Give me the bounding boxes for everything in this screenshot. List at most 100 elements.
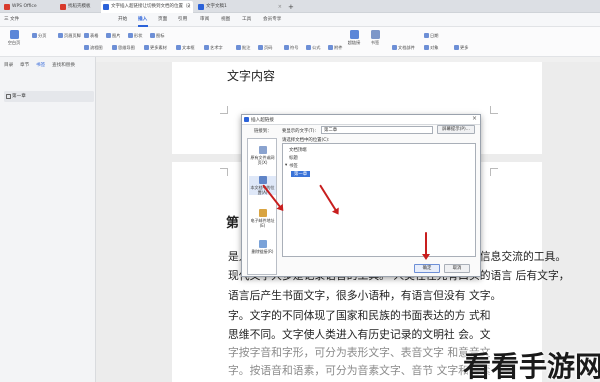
page-break-button[interactable]: 分页 [32,33,46,39]
menu-member[interactable]: 会员专享 [263,16,281,22]
new-tab-button[interactable]: + [286,1,296,13]
screen-tip-button[interactable]: 屏幕提示(P)... [437,125,475,134]
object-button[interactable]: 对象 [424,45,438,51]
shape-icon [128,33,133,38]
wps-writer-icon [244,117,249,122]
menu-insert[interactable]: 插入 [138,16,147,22]
body-text-line[interactable]: 字。文字的不同体现了国家和民族的书面表达的方 式和 [228,307,491,323]
tab-wps-office[interactable]: WPS Office [2,1,56,13]
tab-chapters[interactable]: 章节 [20,62,29,68]
annotation-arrow [422,232,430,260]
writer-doc-icon [198,4,204,10]
attachment-icon [328,45,333,50]
tab-current-document[interactable]: 文字插入超链接让切换到文档的位置（2 × [101,1,193,13]
comment-icon [236,45,241,50]
icon-button[interactable]: 图标 [150,33,164,39]
comment-button[interactable]: 批注 [236,45,250,51]
tab-find-replace[interactable]: 查找和替换 [52,62,75,68]
table-icon [84,33,89,38]
tab-templates[interactable]: 找稻壳模板 [58,1,100,13]
remove-link[interactable]: 删除链接(R) [249,240,276,254]
more-icon [454,45,459,50]
mindmap-icon [112,45,117,50]
link-to-list: 原有文件或网页(X) 本文档中的位置(A) 电子邮件地址(E) 删除链接(R) [247,138,277,275]
flowchart-icon [84,45,89,50]
navigation-panel: 目录 章节 书签 查找和替换 第一章 [0,57,96,382]
shape-button[interactable]: 形状 [128,33,142,39]
more-assets-button[interactable]: 更多素材 [144,45,167,51]
menu-view[interactable]: 视图 [221,16,230,22]
close-icon[interactable]: × [187,1,191,13]
link-to-label: 链接到： [254,129,272,134]
body-text-line[interactable]: 思维不同。文字使人类进入有历史记录的文明社 会。文 [228,326,491,342]
bookmark-item-icon [6,94,11,99]
body-text-line[interactable]: 语言后产生书面文字，很多小语种，有语言但没有 文字。 [228,287,501,303]
tree-doc-top[interactable]: 文档顶端 [289,147,307,153]
document-place-tree[interactable]: 文档顶端 标题 ▾ 书签 第一章 [282,143,476,257]
close-icon[interactable]: × [472,115,477,122]
menu-page[interactable]: 页面 [158,16,167,22]
bookmark-button[interactable]: 书签 [368,30,382,46]
blank-page-button[interactable]: 空白页 [6,30,22,46]
cancel-button[interactable]: 取消 [444,264,470,273]
page-number-button[interactable]: 页码 [258,45,272,51]
date-icon [424,33,429,38]
mindmap-button[interactable]: 思维导图 [112,45,135,51]
title-tabbar: WPS Office 找稻壳模板 文字插入超链接让切换到文档的位置（2 × 文字… [0,0,600,13]
icons-icon [150,33,155,38]
tab-document-2[interactable]: 文字文稿1 × [196,1,284,13]
header-footer-button[interactable]: 页眉页脚 [58,33,81,39]
menu-home[interactable]: 开始 [118,16,127,22]
site-watermark: 看看手游网 [463,350,600,382]
wordart-button[interactable]: 艺术字 [204,45,223,51]
date-button[interactable]: 日期 [424,33,438,39]
tab-toc[interactable]: 目录 [4,62,13,68]
bookmark-item[interactable]: 第一章 [4,91,94,102]
margin-corner-mark [220,106,228,114]
picture-button[interactable]: 图片 [106,33,120,39]
email-icon [258,209,267,217]
tree-headings[interactable]: 标题 [289,155,298,161]
hyperlink-button[interactable]: 超链接 [346,30,362,46]
formula-icon [306,45,311,50]
table-button[interactable]: 表格 [84,33,98,39]
tree-bookmark-selected[interactable]: 第一章 [291,171,311,177]
ok-button[interactable]: 确定 [414,264,440,273]
menu-references[interactable]: 引用 [178,16,187,22]
menu-tools[interactable]: 工具 [242,16,251,22]
menu-review[interactable]: 审阅 [200,16,209,22]
attachment-button[interactable]: 附件 [328,45,342,51]
margin-corner-mark [220,168,228,176]
close-icon[interactable]: × [278,1,282,13]
tree-expand-icon[interactable]: ▾ [285,163,287,168]
link-to-existing-file[interactable]: 原有文件或网页(X) [249,146,276,165]
margin-corner-mark [490,106,498,114]
more-button[interactable]: 更多 [454,45,468,51]
picture-icon [106,33,111,38]
object-icon [424,45,429,50]
formula-button[interactable]: 公式 [306,45,320,51]
flowchart-button[interactable]: 流程图 [84,45,103,51]
body-text-line[interactable]: 字按字音和字形，可分为表形文字、表音文字 和意音文 [228,344,491,360]
tree-bookmarks[interactable]: 书签 [289,163,298,169]
insert-hyperlink-dialog: 插入超链接 × 链接到： 要显示的文字(T): 第二章 屏幕提示(P)... 原… [241,114,481,277]
doc-parts-icon [392,45,397,50]
symbol-icon [284,45,289,50]
symbol-button[interactable]: 符号 [284,45,298,51]
textbox-icon [176,45,181,50]
wps-logo-icon [4,4,10,10]
hyperlink-icon [349,30,359,39]
link-to-email[interactable]: 电子邮件地址(E) [249,209,276,228]
body-text-line[interactable]: 字。按语音和语素，可分为音素文字、音节 文字和语素 [228,362,491,378]
menu-file[interactable]: 三 文件 [4,16,19,22]
document-title[interactable]: 文字内容 [227,67,275,84]
doc-parts-button[interactable]: 文档部件 [392,45,415,51]
textbox-button[interactable]: 文本框 [176,45,195,51]
chapter-heading[interactable]: 第 [226,212,239,231]
tab-bookmarks[interactable]: 书签 [36,62,45,68]
assets-icon [144,45,149,50]
arrow-head [422,254,430,260]
page-break-icon [32,33,37,38]
remove-link-icon [258,240,267,248]
display-text-input[interactable]: 第二章 [321,126,433,134]
